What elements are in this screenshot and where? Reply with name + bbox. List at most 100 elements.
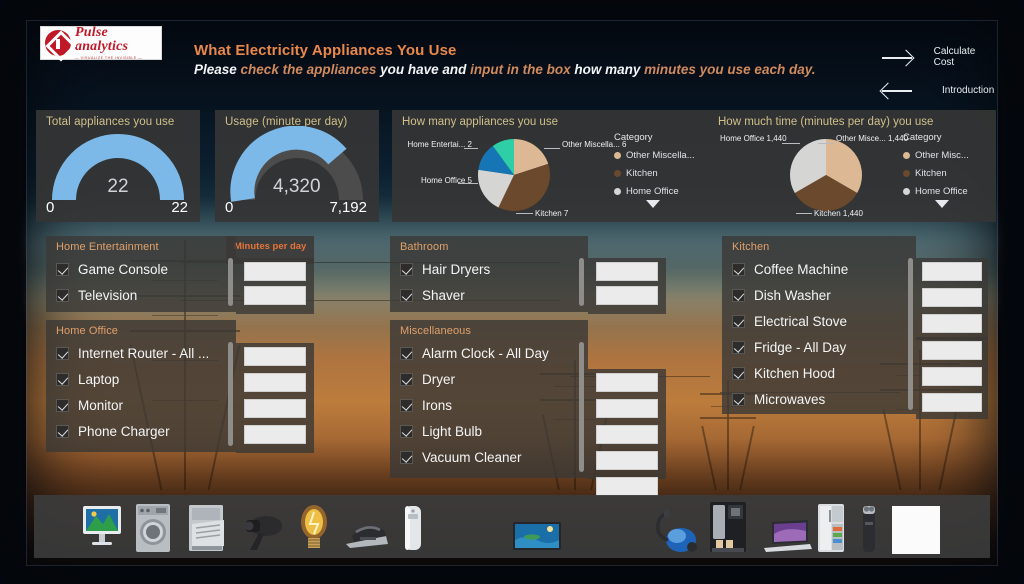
minutes-input-hair-dryers[interactable] <box>596 262 658 281</box>
appliance-row-dryer[interactable]: Dryer <box>390 366 588 392</box>
kpi-card-usage[interactable]: Usage (minute per day) 4,320 0 7,192 <box>215 110 379 222</box>
appliance-row-electrical-stove[interactable]: Electrical Stove <box>722 308 916 334</box>
legend-item-other-misc[interactable]: Other Miscella... <box>614 150 695 161</box>
scrollbar-bathroom[interactable] <box>579 258 584 306</box>
appliance-row-game-console[interactable]: Game Console <box>46 256 236 282</box>
appliance-row-laptop[interactable]: Laptop <box>46 366 236 392</box>
appliance-row-monitor[interactable]: Monitor <box>46 392 236 418</box>
checkbox-vacuum-cleaner[interactable] <box>400 450 413 464</box>
legend-item-other-misc[interactable]: Other Misc... <box>903 150 969 161</box>
checkbox-dryer[interactable] <box>400 372 413 386</box>
checkbox-internet-router[interactable] <box>56 346 69 360</box>
appliance-label: Internet Router - All ... <box>78 345 210 361</box>
scrollbar-kitchen[interactable] <box>908 258 913 410</box>
legend-item-kitchen[interactable]: Kitchen <box>903 168 969 179</box>
calculate-cost-button[interactable]: Calculate Cost <box>880 46 998 68</box>
checkbox-fridge[interactable] <box>732 340 745 354</box>
appliance-row-shaver[interactable]: Shaver <box>390 282 588 308</box>
minutes-input-light-bulb[interactable] <box>596 451 658 470</box>
appliance-row-internet-router[interactable]: Internet Router - All ... <box>46 340 236 366</box>
appliance-row-hair-dryers[interactable]: Hair Dryers <box>390 256 588 282</box>
shaver-image[interactable] <box>858 504 880 554</box>
checkbox-kitchen-hood[interactable] <box>732 366 745 380</box>
appliance-row-kitchen-hood[interactable]: Kitchen Hood <box>722 360 916 386</box>
appliance-label: Light Bulb <box>422 423 483 439</box>
television-image[interactable] <box>512 520 562 554</box>
appliance-row-light-bulb[interactable]: Light Bulb <box>390 418 588 444</box>
introduction-button[interactable]: Introduction <box>880 81 994 99</box>
laptop-image[interactable] <box>760 518 812 554</box>
checkbox-electrical-stove[interactable] <box>732 314 745 328</box>
scrollbar-home-office[interactable] <box>228 342 233 446</box>
minutes-input-alarm-clock[interactable] <box>596 373 658 392</box>
washing-machine-image[interactable] <box>134 502 172 554</box>
appliance-row-vacuum-cleaner[interactable]: Vacuum Cleaner <box>390 444 588 470</box>
kpi-card-total-appliances[interactable]: Total appliances you use 22 0 22 <box>36 110 200 222</box>
minutes-input-coffee-machine[interactable] <box>922 262 982 281</box>
minutes-input-kitchen-hood[interactable] <box>922 367 982 386</box>
checkbox-monitor[interactable] <box>56 398 69 412</box>
legend-item-home-office[interactable]: Home Office <box>903 186 969 197</box>
iron-image[interactable] <box>342 512 392 554</box>
scrollbar-miscellaneous[interactable] <box>579 342 584 472</box>
water-heater-image[interactable] <box>400 502 426 554</box>
minutes-input-phone-charger[interactable] <box>244 425 306 444</box>
checkbox-game-console[interactable] <box>56 262 69 276</box>
checkbox-dish-washer[interactable] <box>732 288 745 302</box>
vacuum-cleaner-image[interactable] <box>652 506 698 554</box>
minutes-input-irons[interactable] <box>596 425 658 444</box>
checkbox-television[interactable] <box>56 288 69 302</box>
minutes-input-game-console[interactable] <box>244 262 306 281</box>
checkbox-laptop[interactable] <box>56 372 69 386</box>
minutes-input-laptop[interactable] <box>244 373 306 392</box>
page-title: What Electricity Appliances You Use <box>194 42 457 59</box>
pie-chart-usage-time[interactable] <box>780 136 872 214</box>
appliance-row-dish-washer[interactable]: Dish Washer <box>722 282 916 308</box>
appliance-label: Microwaves <box>754 391 826 407</box>
appliance-row-television[interactable]: Television <box>46 282 236 308</box>
minutes-input-dish-washer[interactable] <box>922 288 982 307</box>
appliance-row-irons[interactable]: Irons <box>390 392 588 418</box>
legend-item-home-office[interactable]: Home Office <box>614 186 695 197</box>
checkbox-light-bulb[interactable] <box>400 424 413 438</box>
checkbox-shaver[interactable] <box>400 288 413 302</box>
checkbox-alarm-clock[interactable] <box>400 346 413 360</box>
minutes-input-vacuum-cleaner[interactable] <box>596 477 658 496</box>
appliance-row-microwaves[interactable]: Microwaves <box>722 386 916 412</box>
checkbox-microwaves[interactable] <box>732 392 745 406</box>
checkbox-hair-dryers[interactable] <box>400 262 413 276</box>
appliance-row-alarm-clock[interactable]: Alarm Clock - All Day <box>390 340 588 366</box>
appliance-row-phone-charger[interactable]: Phone Charger <box>46 418 236 444</box>
minutes-input-internet-router[interactable] <box>244 347 306 366</box>
calculate-cost-label: Calculate Cost <box>933 46 976 68</box>
checkbox-phone-charger[interactable] <box>56 424 69 438</box>
minutes-input-electrical-stove[interactable] <box>922 314 982 333</box>
minutes-input-fridge[interactable] <box>922 341 982 360</box>
minutes-input-shaver[interactable] <box>596 286 658 305</box>
monitor-image[interactable] <box>80 500 124 554</box>
blank-white-image[interactable] <box>892 506 940 554</box>
hair-dryer-image[interactable] <box>240 512 286 554</box>
minutes-input-television[interactable] <box>244 286 306 305</box>
kpi-value: 4,320 <box>273 176 321 197</box>
minutes-input-microwaves[interactable] <box>922 393 982 412</box>
scrollbar-home-entertainment[interactable] <box>228 258 233 306</box>
coffee-machine-image[interactable] <box>706 500 750 554</box>
legend-expand-chevron-down-icon[interactable] <box>646 200 660 208</box>
group-panel-bathroom: Bathroom Hair Dryers Shaver <box>390 236 588 312</box>
appliance-row-fridge[interactable]: Fridge - All Day <box>722 334 916 360</box>
minutes-input-dryer[interactable] <box>596 399 658 418</box>
chart-title-appliance-count: How many appliances you use <box>402 116 558 128</box>
subtitle-part: check the appliances <box>240 62 381 77</box>
brand-name: Pulse analytics <box>75 24 129 54</box>
minutes-input-monitor[interactable] <box>244 399 306 418</box>
legend-item-kitchen[interactable]: Kitchen <box>614 168 695 179</box>
legend-expand-chevron-down-icon[interactable] <box>935 200 949 208</box>
pie-leader-line <box>516 213 533 214</box>
fridge-image[interactable] <box>816 502 846 554</box>
appliance-row-coffee-machine[interactable]: Coffee Machine <box>722 256 916 282</box>
checkbox-irons[interactable] <box>400 398 413 412</box>
dish-washer-image[interactable] <box>186 502 228 554</box>
light-bulb-image[interactable] <box>296 502 332 554</box>
checkbox-coffee-machine[interactable] <box>732 262 745 276</box>
